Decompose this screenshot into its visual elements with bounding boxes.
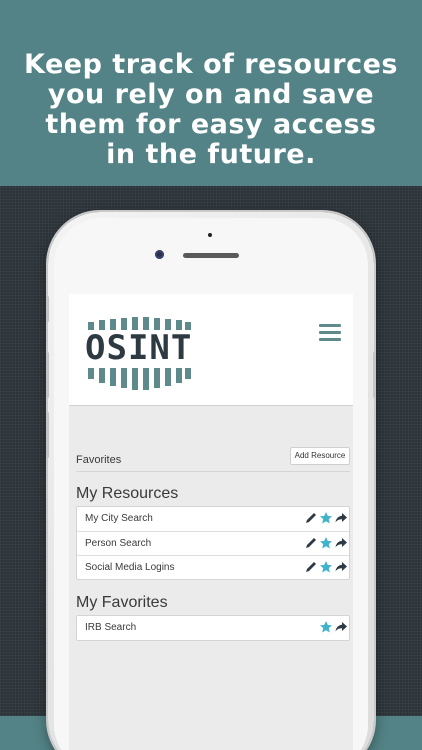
share-arrow-icon[interactable] [334, 511, 348, 525]
my-resources-heading: My Resources [76, 485, 179, 502]
logo-wordmark: OSINT [85, 328, 193, 368]
pencil-icon[interactable] [304, 536, 318, 550]
phone-volume-down [46, 412, 49, 458]
front-camera [155, 250, 164, 259]
phone-volume-up [46, 352, 49, 398]
osint-logo: OSINT [85, 316, 191, 390]
phone-mute-switch [46, 296, 49, 322]
star-icon[interactable] [319, 560, 333, 574]
logo-bottom-bars [85, 368, 191, 390]
headline-banner: Keep track of resources you rely on and … [0, 0, 422, 186]
hamburger-menu-icon[interactable] [319, 324, 343, 344]
app-header: OSINT [69, 294, 353, 406]
list-item-label: My City Search [85, 513, 153, 524]
pencil-icon[interactable] [304, 511, 318, 525]
list-item[interactable]: Person Search [77, 531, 349, 555]
share-arrow-icon[interactable] [334, 620, 348, 634]
headline-line-2: you rely on and save [47, 79, 375, 110]
my-favorites-heading: My Favorites [76, 594, 168, 611]
pencil-icon[interactable] [304, 560, 318, 574]
headline-line-1: Keep track of resources [24, 49, 398, 80]
headline-line-4: in the future. [106, 139, 316, 170]
share-arrow-icon[interactable] [334, 560, 348, 574]
earpiece-speaker [183, 253, 239, 258]
my-resources-list: My City Search Person Search Social Medi… [76, 506, 350, 580]
star-icon[interactable] [319, 620, 333, 634]
add-resource-button[interactable]: Add Resource [290, 447, 350, 465]
share-arrow-icon[interactable] [334, 536, 348, 550]
headline-text: Keep track of resources you rely on and … [0, 50, 422, 170]
headline-line-3: them for easy access [45, 109, 377, 140]
list-item-label: Person Search [85, 538, 152, 549]
star-icon[interactable] [319, 511, 333, 525]
list-item-label: Social Media Logins [85, 562, 175, 573]
app-screen: OSINT Favorites Add Resource My Resource… [69, 294, 353, 750]
list-item[interactable]: My City Search [77, 507, 349, 531]
list-item[interactable]: Social Media Logins [77, 555, 349, 579]
list-item-label: IRB Search [85, 622, 137, 633]
list-item[interactable]: IRB Search [77, 616, 349, 640]
favorites-page-label: Favorites [76, 454, 122, 466]
my-favorites-list: IRB Search [76, 615, 350, 641]
header-divider [76, 471, 350, 472]
phone-power-button [373, 352, 376, 398]
proximity-sensor [208, 233, 212, 237]
star-icon[interactable] [319, 536, 333, 550]
